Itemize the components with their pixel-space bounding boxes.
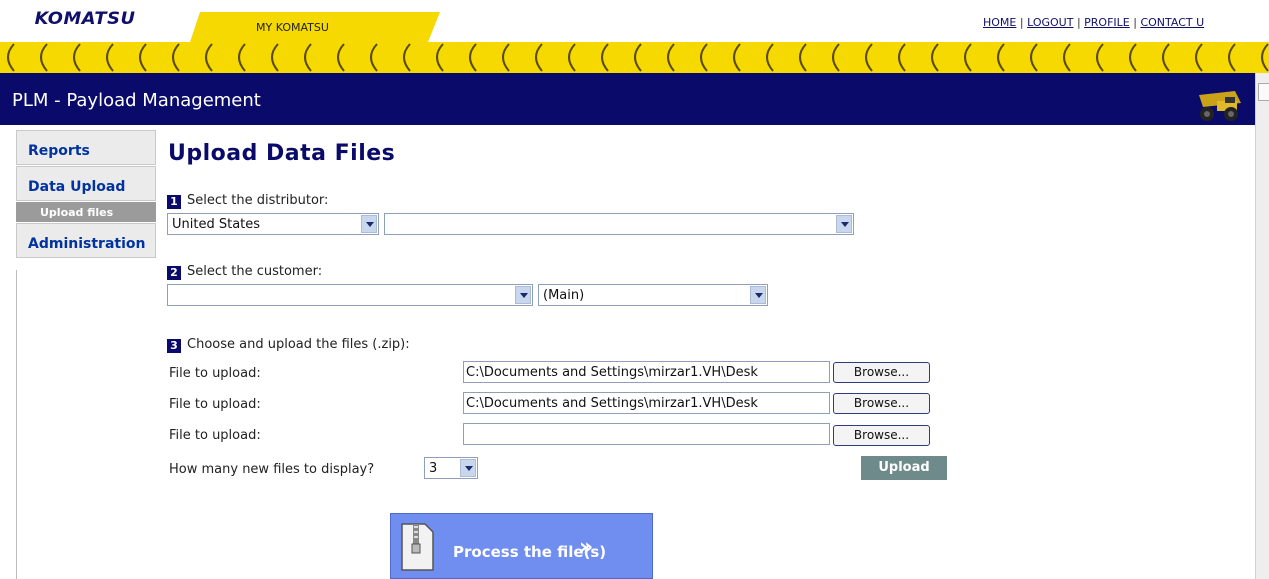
app-title: PLM - Payload Management: [12, 90, 261, 111]
separator: |: [1019, 16, 1028, 29]
chevron-down-icon: [836, 215, 852, 233]
location-select-value: (Main): [543, 288, 585, 303]
location-select[interactable]: (Main): [538, 284, 768, 306]
file-input-2[interactable]: C:\Documents and Settings\mirzar1.VH\Des…: [463, 392, 830, 414]
page-title: Upload Data Files: [168, 141, 396, 166]
step-1-heading: 1 Select the distributor:: [167, 193, 328, 209]
decorative-stripe: [0, 42, 1269, 73]
nav-item-reports[interactable]: Reports: [16, 130, 156, 165]
country-select-value: United States: [172, 217, 261, 232]
display-count-select[interactable]: 3: [424, 457, 478, 479]
distributor-select[interactable]: [384, 213, 854, 235]
scroll-up-button[interactable]: [1258, 83, 1269, 101]
chevron-down-icon: [750, 286, 766, 304]
browse-button-1[interactable]: Browse...: [833, 362, 930, 383]
stripe-pattern: [7, 43, 1269, 72]
top-header: KOMATSU MY KOMATSU HOME | LOGOUT | PROFI…: [0, 0, 1269, 42]
file-label: File to upload:: [169, 366, 261, 381]
tab-my-komatsu-label: MY KOMATSU: [256, 21, 329, 34]
tab-my-komatsu[interactable]: MY KOMATSU: [178, 12, 440, 42]
chevron-down-icon: [361, 215, 377, 233]
step-3-label: Choose and upload the files (.zip):: [187, 337, 410, 352]
double-chevron-right-icon: »: [579, 535, 594, 560]
nav-item-data-upload[interactable]: Data Upload: [16, 166, 156, 201]
upload-button[interactable]: Upload: [861, 456, 947, 480]
file-label: File to upload:: [169, 428, 261, 443]
left-border: [16, 270, 17, 579]
chevron-down-icon: [460, 459, 476, 477]
step-2-heading: 2 Select the customer:: [167, 264, 322, 280]
step-number: 1: [167, 195, 181, 209]
left-nav: Reports Data Upload Upload files Adminis…: [16, 130, 158, 259]
step-1-label: Select the distributor:: [187, 193, 329, 208]
display-count-label: How many new files to display?: [169, 462, 375, 477]
komatsu-logo[interactable]: KOMATSU: [35, 9, 136, 29]
customer-select[interactable]: [167, 284, 533, 306]
nav-subitem-upload-files[interactable]: Upload files: [16, 202, 156, 222]
link-profile[interactable]: PROFILE: [1084, 16, 1130, 29]
zip-file-icon: [401, 523, 434, 571]
file-label: File to upload:: [169, 397, 261, 412]
step-3-heading: 3 Choose and upload the files (.zip):: [167, 337, 410, 353]
app-title-bar: PLM - Payload Management: [0, 73, 1255, 125]
chevron-down-icon: [515, 286, 531, 304]
file-input-3[interactable]: [463, 423, 830, 445]
file-input-1[interactable]: C:\Documents and Settings\mirzar1.VH\Des…: [463, 361, 830, 383]
vertical-scrollbar[interactable]: [1255, 73, 1269, 579]
step-2-label: Select the customer:: [187, 264, 323, 279]
country-select[interactable]: United States: [167, 213, 379, 235]
display-count-value: 3: [429, 461, 438, 476]
browse-button-3[interactable]: Browse...: [833, 425, 930, 446]
step-number: 3: [167, 339, 181, 353]
nav-item-administration[interactable]: Administration: [16, 223, 156, 258]
step-number: 2: [167, 266, 181, 280]
dump-truck-icon: [1199, 91, 1241, 121]
top-links: HOME | LOGOUT | PROFILE | CONTACT U: [983, 16, 1204, 29]
link-logout[interactable]: LOGOUT: [1027, 16, 1073, 29]
browse-button-2[interactable]: Browse...: [833, 393, 930, 414]
process-files-button[interactable]: Process the file(s) »: [390, 513, 653, 579]
link-home[interactable]: HOME: [983, 16, 1016, 29]
link-contact[interactable]: CONTACT U: [1140, 16, 1204, 29]
